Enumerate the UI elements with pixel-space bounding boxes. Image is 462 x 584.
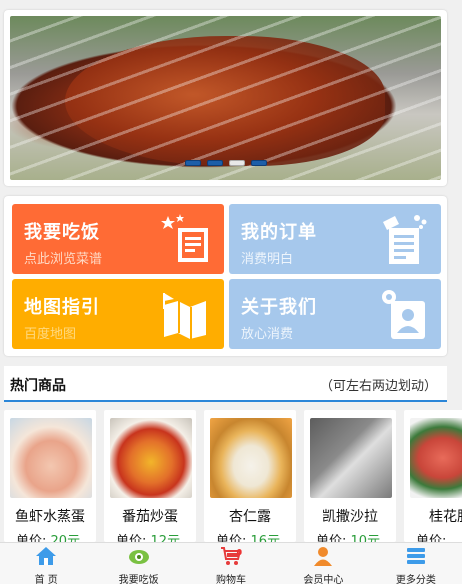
tile-about-us[interactable]: 关于我们 放心消费 xyxy=(229,279,441,349)
product-image[interactable] xyxy=(110,418,192,498)
nav-label: 首 页 xyxy=(34,575,58,584)
bottom-nav: 首 页 我要吃饭 0 购物车 会员中心 更多分类 xyxy=(0,542,462,584)
price-label: 单价: xyxy=(416,534,447,542)
hot-products-header: 热门商品 （可左右两边划动） xyxy=(4,366,447,402)
carousel-dots xyxy=(185,160,267,166)
nav-label: 更多分类 xyxy=(395,575,436,584)
tile-my-orders[interactable]: 我的订单 消费明白 xyxy=(229,204,441,274)
product-card[interactable]: 桂花肥 单价: xyxy=(404,410,462,542)
carousel-dot-2[interactable] xyxy=(207,160,223,166)
price-label: 单价: xyxy=(316,534,347,542)
carousel-dot-1[interactable] xyxy=(185,160,201,166)
product-price-row: 单价: 20元 xyxy=(16,530,80,542)
member-icon xyxy=(314,547,333,566)
tile-order-food[interactable]: 我要吃饭 点此浏览菜谱 xyxy=(12,204,224,274)
price-value: 12元 xyxy=(150,534,181,542)
price-label: 单价: xyxy=(16,534,47,542)
product-image[interactable] xyxy=(310,418,392,498)
product-name: 凯撒沙拉 xyxy=(322,509,378,525)
price-value: 10元 xyxy=(350,534,381,542)
product-price-row: 单价: 12元 xyxy=(116,530,180,542)
tile-title: 地图指引 xyxy=(24,297,100,318)
feature-tiles: 我要吃饭 点此浏览菜谱 我的订单 消费明白 地图指引 百度地图 关于我们 放心消… xyxy=(4,196,447,356)
tile-subtitle: 放心消费 xyxy=(241,327,294,342)
banner-image-roast-duck[interactable] xyxy=(10,16,441,180)
nav-cart[interactable]: 0 购物车 xyxy=(185,543,277,584)
product-image[interactable] xyxy=(210,418,292,498)
product-name: 杏仁露 xyxy=(229,509,271,525)
price-value: 20元 xyxy=(50,534,81,542)
user-profile-icon xyxy=(382,290,425,339)
tile-subtitle: 百度地图 xyxy=(24,327,77,342)
tile-title: 关于我们 xyxy=(241,297,317,318)
nav-label: 购物车 xyxy=(216,575,247,584)
carousel-dot-3-active[interactable] xyxy=(229,160,245,166)
nav-order-food[interactable]: 我要吃饭 xyxy=(92,543,184,584)
product-name: 鱼虾水蒸蛋 xyxy=(15,509,85,525)
nav-label: 我要吃饭 xyxy=(118,575,159,584)
product-image[interactable] xyxy=(410,418,462,498)
product-image[interactable] xyxy=(10,418,92,498)
tile-subtitle: 点此浏览菜谱 xyxy=(24,252,103,267)
tile-title: 我的订单 xyxy=(241,222,317,243)
cart-count-badge: 0 xyxy=(236,548,243,557)
product-card[interactable]: 杏仁露 单价: 16元 xyxy=(204,410,296,542)
folded-map-icon xyxy=(163,293,206,339)
price-label: 单价: xyxy=(216,534,247,542)
product-card[interactable]: 番茄炒蛋 单价: 12元 xyxy=(104,410,196,542)
product-name: 番茄炒蛋 xyxy=(122,509,178,525)
nav-home[interactable]: 首 页 xyxy=(0,543,92,584)
nav-label: 会员中心 xyxy=(303,575,344,584)
product-card[interactable]: 鱼虾水蒸蛋 单价: 20元 xyxy=(4,410,96,542)
banner-carousel[interactable] xyxy=(4,10,447,186)
grill-rack-overlay xyxy=(10,16,441,180)
price-value: 16元 xyxy=(250,534,281,542)
product-card[interactable]: 凯撒沙拉 单价: 10元 xyxy=(304,410,396,542)
tile-map-guide[interactable]: 地图指引 百度地图 xyxy=(12,279,224,349)
home-icon xyxy=(36,547,57,565)
order-document-icon xyxy=(383,215,427,264)
price-label: 单价: xyxy=(116,534,147,542)
nav-member-center[interactable]: 会员中心 xyxy=(277,543,369,584)
stack-icon xyxy=(406,548,425,564)
carousel-dot-4[interactable] xyxy=(251,160,267,166)
product-price-row: 单价: 10元 xyxy=(316,530,380,542)
swipe-hint: （可左右两边划动） xyxy=(319,379,437,394)
nav-more-categories[interactable]: 更多分类 xyxy=(370,543,462,584)
section-title: 热门商品 xyxy=(10,378,66,394)
eye-icon xyxy=(128,550,149,564)
product-name: 桂花肥 xyxy=(429,509,462,525)
tile-subtitle: 消费明白 xyxy=(241,252,294,267)
product-scroller[interactable]: 鱼虾水蒸蛋 单价: 20元 番茄炒蛋 单价: 12元 杏仁露 单价: 16元 凯… xyxy=(4,410,462,542)
menu-list-icon xyxy=(161,214,208,262)
product-price-row: 单价: 16元 xyxy=(216,530,280,542)
product-price-row: 单价: xyxy=(416,530,446,542)
tile-title: 我要吃饭 xyxy=(24,222,100,243)
